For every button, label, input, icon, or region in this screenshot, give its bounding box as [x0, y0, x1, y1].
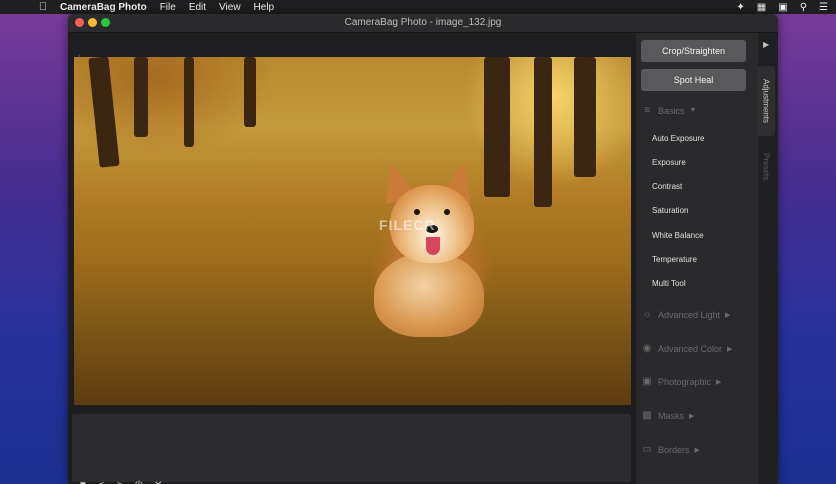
collapse-panel-icon[interactable]: ▶ [763, 40, 769, 49]
chevron-right-icon: ▶ [727, 345, 733, 353]
tab-presets[interactable]: Presets [757, 142, 775, 192]
item-auto-exposure[interactable]: Auto Exposure [652, 134, 704, 143]
section-basics-label: Basics [658, 105, 685, 116]
spot-heal-button[interactable]: Spot Heal [641, 69, 746, 91]
item-contrast[interactable]: Contrast [652, 182, 682, 191]
app-window: CameraBag Photo - image_132.jpg + FILECR… [68, 14, 778, 484]
close-icon[interactable]: ✕ [154, 480, 162, 484]
search-icon[interactable]: ⚲ [800, 2, 807, 13]
status-icons: ✦ ▦ ▣ ⚲ ☰ [736, 0, 828, 14]
section-advanced-color-label: Advanced Color [658, 343, 723, 354]
monitor-icon[interactable]: ▣ [778, 2, 787, 13]
menu-bar:  CameraBag Photo File Edit View Help ✦ … [0, 0, 836, 14]
window-title: CameraBag Photo - image_132.jpg [344, 17, 502, 28]
section-borders[interactable]: ▭ Borders ▶ [641, 444, 700, 455]
chevron-right-icon: ▶ [725, 311, 731, 319]
palette-icon: ◉ [642, 343, 652, 354]
wand-icon[interactable]: ✦ [736, 2, 744, 13]
menu-list-icon[interactable]: ☰ [819, 2, 828, 13]
next-icon[interactable]: > [116, 480, 124, 484]
item-temperature[interactable]: Temperature [652, 255, 697, 264]
adjustments-panel: Crop/Straighten Spot Heal ≡ Basics ▼ Aut… [636, 33, 758, 484]
menu-edit[interactable]: Edit [189, 2, 206, 13]
watermark: FILECR [379, 217, 436, 233]
item-white-balance[interactable]: White Balance [652, 231, 704, 240]
item-exposure[interactable]: Exposure [652, 158, 686, 167]
sun-icon: ☼ [642, 309, 652, 320]
previous-icon[interactable]: < [97, 480, 105, 484]
canvas-area: + FILECR ▼ < > ⏻ ✕ [68, 33, 636, 484]
section-advanced-color[interactable]: ◉ Advanced Color ▶ [641, 343, 733, 354]
section-borders-label: Borders [658, 444, 690, 455]
item-multi-tool[interactable]: Multi Tool [652, 279, 686, 288]
photo-canvas[interactable]: FILECR [74, 57, 631, 405]
chevron-right-icon: ▶ [689, 412, 695, 420]
bottom-toolbar: ▼ < > ⏻ ✕ [78, 480, 162, 484]
tab-adjustments[interactable]: Adjustments [757, 66, 775, 136]
triangle-down-icon[interactable]: ▼ [78, 480, 88, 484]
crop-straighten-button[interactable]: Crop/Straighten [641, 40, 746, 62]
item-saturation[interactable]: Saturation [652, 206, 688, 215]
sliders-icon: ≡ [644, 105, 650, 116]
section-masks-label: Masks [658, 410, 685, 421]
title-bar: CameraBag Photo - image_132.jpg [68, 14, 778, 33]
power-icon[interactable]: ⏻ [135, 480, 143, 484]
camera-icon: ▣ [642, 376, 652, 387]
menu-help[interactable]: Help [254, 2, 275, 13]
chevron-right-icon: ▶ [716, 378, 722, 386]
chevron-right-icon: ▶ [694, 446, 700, 454]
display-icon[interactable]: ▦ [757, 2, 766, 13]
section-advanced-light-label: Advanced Light [658, 309, 721, 320]
app-name-menu[interactable]: CameraBag Photo [60, 2, 147, 13]
apple-icon[interactable]:  [36, 1, 50, 13]
section-advanced-light[interactable]: ☼ Advanced Light ▶ [641, 309, 730, 320]
dog-body [374, 252, 484, 337]
section-photographic[interactable]: ▣ Photographic ▶ [641, 376, 721, 387]
section-photographic-label: Photographic [658, 376, 712, 387]
menu-view[interactable]: View [219, 2, 241, 13]
section-masks[interactable]: ▩ Masks ▶ [641, 410, 694, 421]
filmstrip[interactable] [72, 414, 631, 482]
menu-file[interactable]: File [160, 2, 176, 13]
chevron-down-icon: ▼ [689, 107, 697, 114]
mask-icon: ▩ [642, 410, 652, 421]
section-basics[interactable]: ≡ Basics ▼ [641, 105, 696, 116]
border-icon: ▭ [642, 444, 652, 455]
